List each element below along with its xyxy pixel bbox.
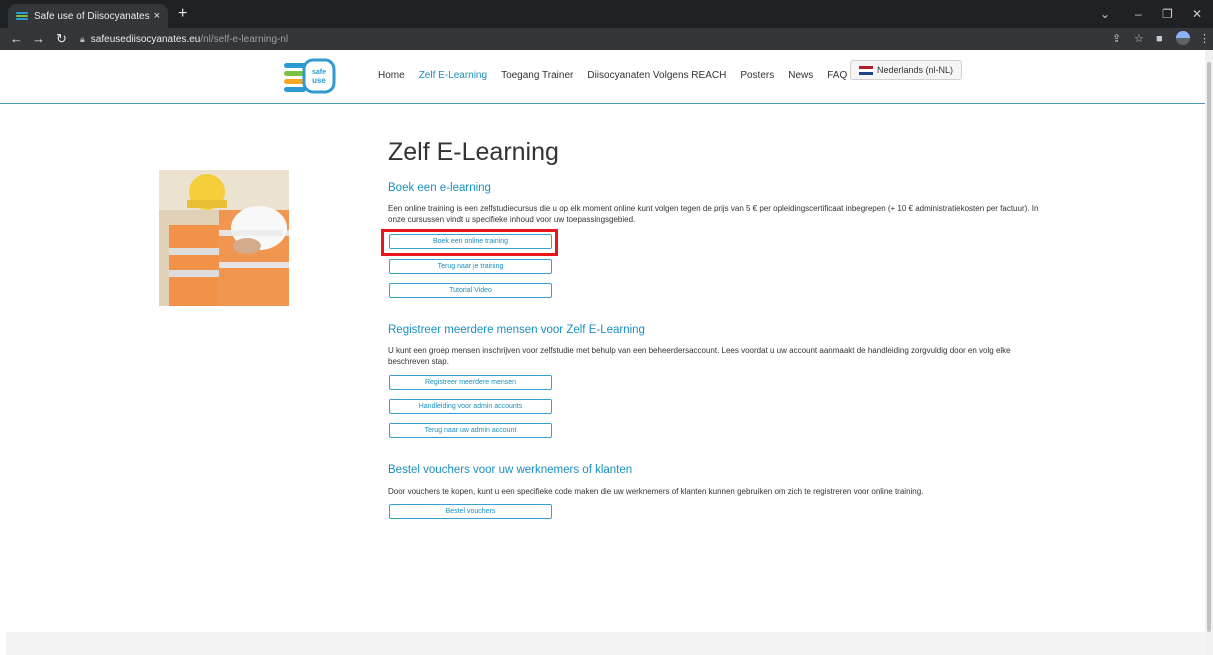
section-text-vouchers: Door vouchers te kopen, kunt u een speci… [388,487,924,496]
section-text-boek: Een online training is een zelfstudiecur… [388,204,1039,224]
scrollbar-thumb[interactable] [1207,62,1211,632]
nav-diisocyanaten-reach[interactable]: Diisocyanaten Volgens REACH [587,70,726,81]
web-page: safe use Home Zelf E-Learning Toegang Tr… [0,50,1205,655]
site-favicon-icon [16,12,28,20]
nav-faq[interactable]: FAQ [827,70,847,81]
section-text-registreer: U kunt een groep mensen inschrijven voor… [388,346,1011,366]
section-heading-boek: Boek een e-learning [388,182,491,194]
netherlands-flag-icon [859,65,873,75]
browser-tab[interactable]: Safe use of Diisocyanates - Zelf E × [8,4,168,28]
minimize-icon[interactable]: – [1135,4,1142,24]
language-label: Nederlands (nl-NL) [877,65,954,75]
section-heading-registreer: Registreer meerdere mensen voor Zelf E-L… [388,324,645,336]
section-heading-vouchers: Bestel vouchers voor uw werknemers of kl… [388,464,633,476]
address-bar[interactable]: 🔒︎ safeusediisocyanates.eu /nl/self-e-le… [80,30,1080,48]
registreer-meerdere-mensen-button[interactable]: Registreer meerdere mensen [389,375,552,390]
language-selector[interactable]: Nederlands (nl-NL) [850,60,963,80]
profile-avatar[interactable] [1176,31,1190,45]
maximize-icon[interactable]: ❐ [1162,4,1173,24]
url-host: safeusediisocyanates.eu [90,33,201,45]
workers-hardhat-image [159,170,289,306]
url-path: /nl/self-e-learning-nl [200,33,289,45]
nav-news[interactable]: News [788,70,813,81]
tab-title: Safe use of Diisocyanates - Zelf E [34,10,150,22]
logo-text-bottom: use [312,76,326,85]
terug-admin-account-button[interactable]: Terug naar uw admin account [389,423,552,438]
nav-toegang-trainer[interactable]: Toegang Trainer [501,70,573,81]
nav-home[interactable]: Home [378,70,405,81]
lock-icon: 🔒︎ [80,33,85,44]
nav-posters[interactable]: Posters [740,70,774,81]
highlight-box [381,229,558,256]
reload-icon[interactable]: ↻ [56,30,67,48]
main-nav: Home Zelf E-Learning Toegang Trainer Dii… [378,70,861,81]
tab-close-icon[interactable]: × [154,10,160,22]
safe-use-logo[interactable]: safe use [284,58,336,94]
bookmark-star-icon[interactable]: ☆ [1134,31,1144,47]
side-panel-icon[interactable]: ■ [1156,31,1163,47]
tutorial-video-button[interactable]: Tutorial Video [389,283,552,298]
forward-icon[interactable]: → [32,30,45,48]
handleiding-admin-button[interactable]: Handleiding voor admin accounts [389,399,552,414]
nav-zelf-e-learning[interactable]: Zelf E-Learning [419,70,487,81]
logo-text-top: safe [312,69,326,76]
browser-tab-strip: Safe use of Diisocyanates - Zelf E × + ⌄… [0,0,1213,28]
close-window-icon[interactable]: ✕ [1192,4,1202,24]
tab-search-icon[interactable]: ⌄ [1100,4,1110,24]
menu-icon[interactable]: ⋮ [1199,31,1210,47]
new-tab-button[interactable]: + [178,4,187,24]
browser-toolbar: ← → ↻ 🔒︎ safeusediisocyanates.eu /nl/sel… [0,28,1213,50]
page-footer [6,632,1205,655]
page-title: Zelf E-Learning [388,138,559,166]
site-header: safe use Home Zelf E-Learning Toegang Tr… [0,50,1205,104]
terug-naar-training-button[interactable]: Terug naar je training [389,259,552,274]
back-icon[interactable]: ← [10,30,23,48]
bestel-vouchers-button[interactable]: Bestel vouchers [389,504,552,519]
share-icon[interactable]: ⇪ [1112,31,1121,47]
